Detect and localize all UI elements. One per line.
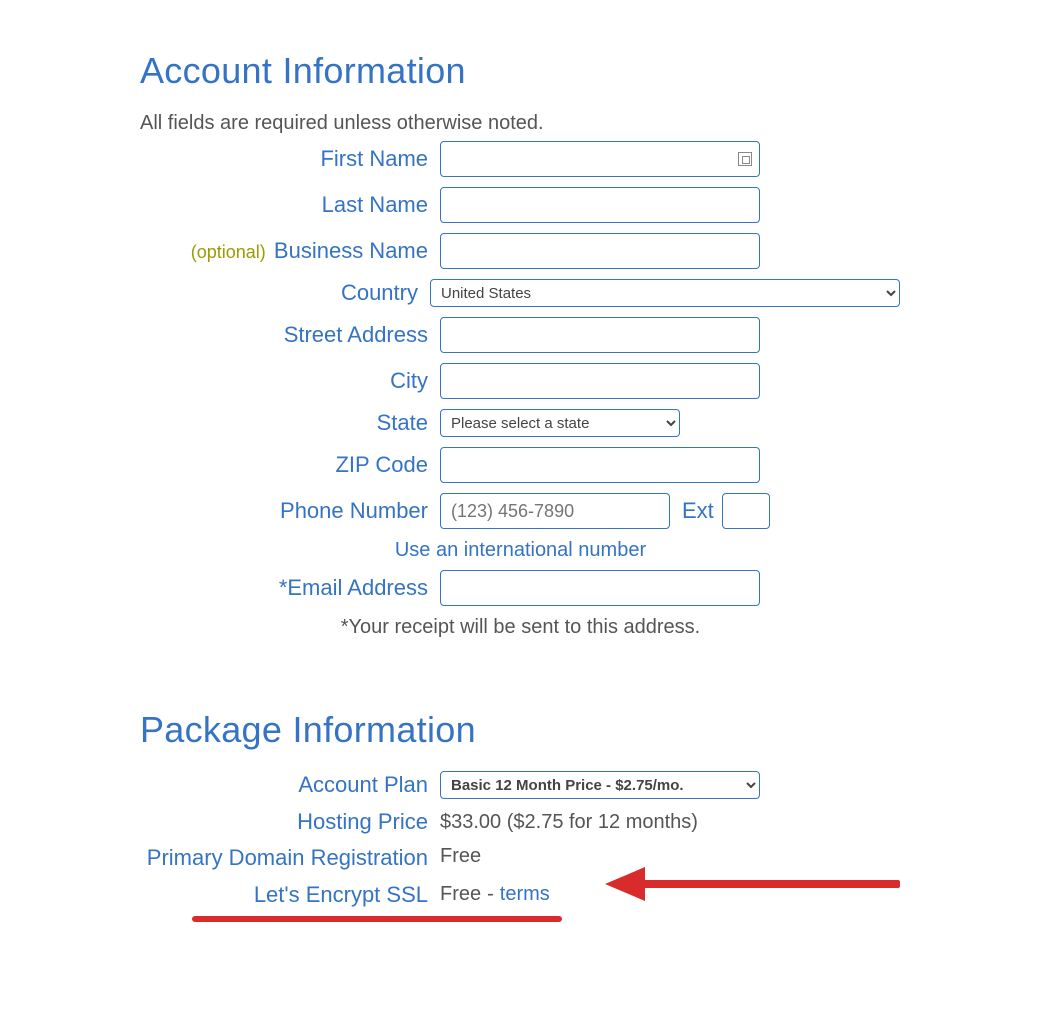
state-select[interactable]: Please select a state bbox=[440, 409, 680, 437]
label-hosting-price: Hosting Price bbox=[0, 809, 440, 835]
label-state: State bbox=[0, 410, 440, 436]
autofill-contact-icon bbox=[738, 152, 752, 166]
row-city: City bbox=[0, 363, 900, 399]
label-street: Street Address bbox=[0, 322, 440, 348]
optional-tag: (optional) bbox=[191, 242, 266, 262]
business-name-text: Business Name bbox=[274, 238, 428, 263]
row-state: State Please select a state bbox=[0, 409, 900, 437]
account-info-heading: Account Information bbox=[140, 50, 1041, 92]
label-city: City bbox=[0, 368, 440, 394]
label-account-plan: Account Plan bbox=[0, 772, 440, 798]
ssl-free: Free bbox=[440, 883, 481, 906]
ssl-terms-link[interactable]: terms bbox=[500, 883, 550, 906]
first-name-input[interactable] bbox=[440, 141, 760, 177]
ssl-sep: - bbox=[487, 883, 494, 906]
row-account-plan: Account Plan Basic 12 Month Price - $2.7… bbox=[0, 771, 900, 799]
email-note: *Your receipt will be sent to this addre… bbox=[0, 616, 1041, 639]
row-street: Street Address bbox=[0, 317, 900, 353]
street-input[interactable] bbox=[440, 317, 760, 353]
label-zip: ZIP Code bbox=[0, 452, 440, 478]
hosting-price-value: $33.00 ($2.75 for 12 months) bbox=[440, 811, 698, 834]
row-zip: ZIP Code bbox=[0, 447, 900, 483]
label-country: Country bbox=[0, 280, 430, 306]
intl-number-row: Use an international number bbox=[0, 539, 1041, 562]
label-ssl: Let's Encrypt SSL bbox=[0, 882, 440, 908]
business-name-input[interactable] bbox=[440, 233, 760, 269]
account-form: First Name Last Name (optional) Business… bbox=[0, 141, 900, 639]
row-first-name: First Name bbox=[0, 141, 900, 177]
row-business-name: (optional) Business Name bbox=[0, 233, 900, 269]
country-select[interactable]: United States bbox=[430, 279, 900, 307]
label-business-name: (optional) Business Name bbox=[0, 238, 440, 264]
label-email: *Email Address bbox=[0, 575, 440, 601]
row-primary-domain: Primary Domain Registration Free bbox=[0, 845, 900, 871]
row-ssl: Let's Encrypt SSL Free - terms bbox=[0, 882, 900, 908]
ext-label: Ext bbox=[682, 498, 714, 524]
row-country: Country United States bbox=[0, 279, 900, 307]
annotation-underline bbox=[192, 916, 562, 922]
email-input[interactable] bbox=[440, 570, 760, 606]
ssl-value: Free - terms bbox=[440, 883, 550, 906]
row-hosting-price: Hosting Price $33.00 ($2.75 for 12 month… bbox=[0, 809, 900, 835]
package-info-heading: Package Information bbox=[140, 709, 1041, 751]
label-last-name: Last Name bbox=[0, 192, 440, 218]
intl-number-link[interactable]: Use an international number bbox=[395, 539, 646, 561]
label-first-name: First Name bbox=[0, 146, 440, 172]
last-name-input[interactable] bbox=[440, 187, 760, 223]
row-email: *Email Address bbox=[0, 570, 900, 606]
phone-input[interactable] bbox=[440, 493, 670, 529]
ext-input[interactable] bbox=[722, 493, 770, 529]
label-phone: Phone Number bbox=[0, 498, 440, 524]
label-primary-domain: Primary Domain Registration bbox=[0, 845, 440, 871]
row-phone: Phone Number Ext bbox=[0, 493, 900, 529]
required-note: All fields are required unless otherwise… bbox=[140, 112, 1041, 135]
city-input[interactable] bbox=[440, 363, 760, 399]
zip-input[interactable] bbox=[440, 447, 760, 483]
row-last-name: Last Name bbox=[0, 187, 900, 223]
package-form: Account Plan Basic 12 Month Price - $2.7… bbox=[0, 771, 900, 908]
primary-domain-value: Free bbox=[440, 845, 481, 868]
account-plan-select[interactable]: Basic 12 Month Price - $2.75/mo. bbox=[440, 771, 760, 799]
